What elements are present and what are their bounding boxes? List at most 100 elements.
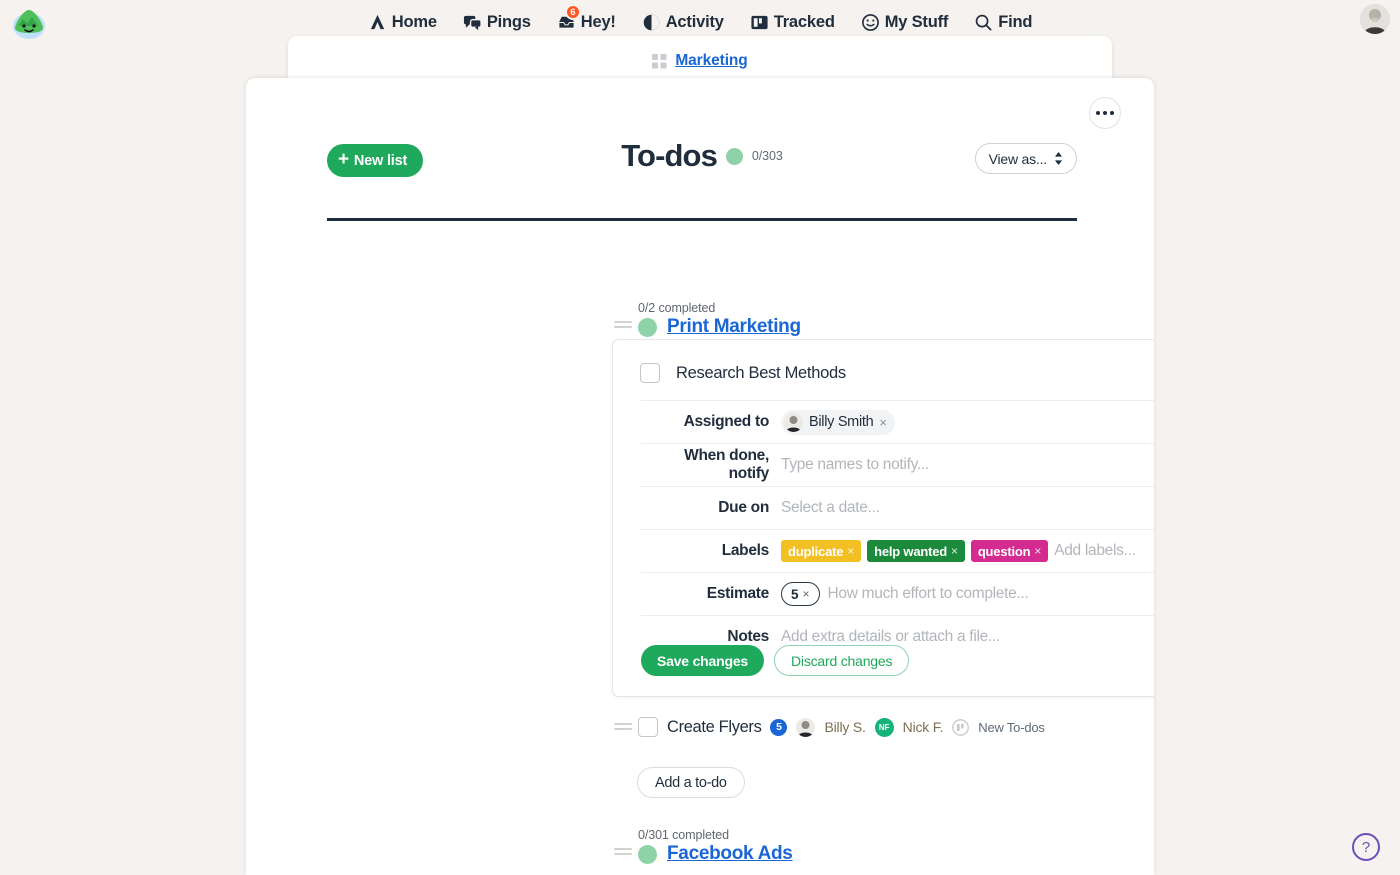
- notify-input[interactable]: Type names to notify...: [781, 456, 929, 474]
- due-date-input[interactable]: Select a date...: [781, 499, 880, 517]
- help-button[interactable]: ?: [1352, 833, 1380, 861]
- nav-item-pings[interactable]: Pings: [463, 13, 531, 32]
- field-label: Labels: [721, 542, 770, 559]
- todo-title[interactable]: Research Best Methods: [676, 364, 846, 383]
- nav-item-home[interactable]: Home: [368, 13, 437, 32]
- comment-count-badge: 5: [770, 718, 788, 736]
- page-title: To-dos: [621, 138, 718, 173]
- add-a-todo-button[interactable]: Add a to-do: [637, 767, 745, 798]
- section-progress-count: 0/301 completed: [638, 828, 729, 842]
- field-estimate: Estimate 5 × How much effort to complete…: [641, 572, 1154, 615]
- estimate-value: 5: [791, 586, 799, 602]
- nav-label-tracked: Tracked: [773, 13, 835, 31]
- label-chip-question[interactable]: question ×: [970, 540, 1049, 562]
- nav-item-activity[interactable]: Activity: [642, 13, 724, 32]
- nav-label-find: Find: [998, 13, 1033, 31]
- field-assigned-to: Assigned to Billy Smith ×: [641, 400, 1154, 443]
- field-label: Notes: [727, 628, 769, 645]
- field-labels: Labels duplicate × help wanted × questio…: [641, 529, 1154, 572]
- assignee-name: Nick F.: [902, 719, 944, 735]
- nav-label-hey: Hey!: [580, 13, 616, 31]
- avatar: [784, 412, 803, 432]
- nav-label-my-stuff: My Stuff: [884, 13, 949, 31]
- assignee-name: Billy S.: [824, 719, 866, 735]
- nav-item-my-stuff[interactable]: My Stuff: [861, 13, 948, 32]
- page-title-group: To-dos 0/303: [327, 138, 1077, 174]
- section-progress-dot-icon: [638, 844, 657, 864]
- drag-handle[interactable]: [614, 848, 632, 860]
- dot: [1096, 111, 1100, 115]
- nav-item-find[interactable]: Find: [974, 13, 1032, 32]
- discard-changes-button[interactable]: Discard changes: [774, 645, 910, 676]
- page-header: + New list To-dos 0/303 View as...: [327, 138, 1077, 193]
- field-label: Estimate: [706, 585, 770, 602]
- view-as-label: View as...: [988, 150, 1048, 167]
- todos-page-card: + New list To-dos 0/303 View as... 0/2 c…: [246, 78, 1154, 875]
- more-options-button[interactable]: [1089, 97, 1121, 129]
- notes-input[interactable]: Add extra details or attach a file...: [781, 628, 1000, 646]
- estimate-chip[interactable]: 5 ×: [781, 582, 820, 606]
- section-header: 0/301 completed Facebook Ads: [638, 828, 793, 865]
- label-text: question: [977, 543, 1031, 559]
- remove-label-icon[interactable]: ×: [847, 544, 854, 558]
- avatar: [796, 717, 816, 737]
- estimate-input[interactable]: How much effort to complete...: [828, 585, 1029, 603]
- field-label: Due on: [718, 499, 769, 516]
- activity-icon: [642, 13, 661, 32]
- grid-icon: [652, 53, 667, 69]
- todo-lists-scroll-area[interactable]: 0/2 completed Print Marketing Research B…: [246, 221, 1154, 875]
- nav-label-activity: Activity: [665, 13, 724, 31]
- todos-count: 0/303: [751, 149, 783, 163]
- remove-assignee-icon[interactable]: ×: [879, 415, 887, 430]
- assignee-name: Billy Smith: [809, 414, 874, 430]
- dot: [1110, 111, 1114, 115]
- pings-icon: [463, 13, 482, 32]
- field-notify: When done, notify Type names to notify..…: [641, 443, 1154, 486]
- todo-checkbox[interactable]: [638, 717, 658, 737]
- add-labels-input[interactable]: Add labels...: [1054, 542, 1136, 560]
- todo-title-row: Research Best Methods: [640, 363, 846, 383]
- todo-checkbox[interactable]: [640, 363, 660, 383]
- editor-actions: Save changes Discard changes: [641, 645, 910, 676]
- remove-label-icon[interactable]: ×: [951, 544, 958, 558]
- todo-name[interactable]: Create Flyers: [667, 718, 762, 737]
- my-stuff-icon: [861, 13, 880, 32]
- nav-item-hey[interactable]: 6 Hey!: [557, 4, 616, 32]
- label-text: help wanted: [874, 543, 947, 559]
- dot: [1103, 111, 1107, 115]
- bucket-icon: [952, 718, 970, 736]
- section-header: 0/2 completed Print Marketing: [638, 301, 801, 338]
- bucket-name: New To-dos: [978, 719, 1045, 735]
- tracked-icon: [750, 13, 769, 32]
- section-progress-count: 0/2 completed: [638, 301, 716, 315]
- remove-label-icon[interactable]: ×: [1034, 544, 1041, 558]
- expanded-todo-editor: Research Best Methods Assigned to Billy …: [612, 339, 1154, 697]
- label-text: duplicate: [788, 543, 844, 559]
- field-due-on: Due on Select a date...: [641, 486, 1154, 529]
- assignee-chip[interactable]: Billy Smith ×: [781, 409, 895, 435]
- progress-dot-icon: [725, 147, 743, 165]
- nav-item-tracked[interactable]: Tracked: [750, 13, 835, 32]
- drag-handle[interactable]: [614, 723, 632, 735]
- field-label: When done, notify: [684, 447, 769, 482]
- drag-handle[interactable]: [614, 321, 632, 333]
- nav-label-pings: Pings: [486, 13, 531, 31]
- avatar: NF: [874, 717, 894, 737]
- save-changes-button[interactable]: Save changes: [641, 645, 764, 676]
- chevron-updown-icon: [1054, 152, 1063, 165]
- section-title-link[interactable]: Facebook Ads: [667, 843, 793, 865]
- section-title-link[interactable]: Print Marketing: [667, 316, 801, 338]
- section-progress-dot-icon: [638, 317, 657, 337]
- search-icon: [974, 13, 993, 32]
- view-as-button[interactable]: View as...: [974, 143, 1077, 174]
- hey-unread-badge: 6: [564, 4, 581, 20]
- remove-estimate-icon[interactable]: ×: [803, 587, 810, 601]
- label-chip-help-wanted[interactable]: help wanted ×: [867, 540, 965, 562]
- home-icon: [368, 13, 387, 32]
- todo-row-create-flyers[interactable]: Create Flyers 5 Billy S. NF Nick F. New …: [638, 717, 1045, 737]
- nav-label-home: Home: [391, 13, 437, 31]
- label-chip-duplicate[interactable]: duplicate ×: [781, 540, 862, 562]
- field-label: Assigned to: [683, 413, 770, 430]
- account-avatar[interactable]: [1360, 4, 1390, 34]
- breadcrumb-link-marketing[interactable]: Marketing: [675, 52, 747, 70]
